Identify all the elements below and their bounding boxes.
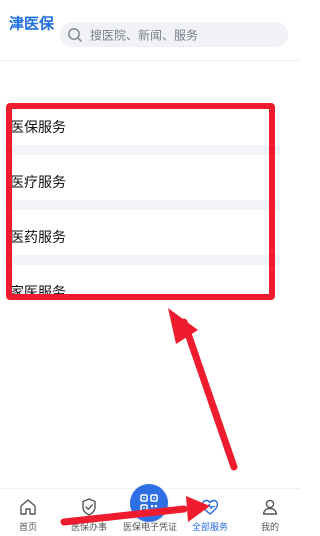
tab-label: 首页: [18, 523, 37, 533]
separator-band: [5, 145, 280, 155]
tab-home[interactable]: 首页: [8, 489, 48, 536]
tab-label: 我的: [260, 523, 279, 533]
tab-label: 全部服务: [191, 523, 228, 533]
heart-pulse-icon: [201, 499, 219, 515]
menu-item-label: 医保服务: [10, 120, 66, 136]
menu-item-family-doctor-service[interactable]: 家医服务: [10, 278, 275, 306]
menu-item-label: 医疗服务: [10, 175, 66, 191]
separator-band: [5, 200, 280, 210]
tab-yibao-affairs[interactable]: 医保办事: [64, 489, 114, 536]
menu-item-medical-service[interactable]: 医疗服务: [10, 168, 275, 196]
annotation-overlay: [60, 308, 238, 526]
home-icon: [20, 499, 36, 515]
arrow-up-annotation: [180, 318, 238, 471]
qr-code-icon: [140, 494, 158, 512]
search-placeholder: 搜医院、新闻、服务: [90, 28, 199, 42]
menu-item-pharmacy-service[interactable]: 医药服务: [10, 223, 275, 251]
header-divider: [0, 60, 300, 61]
menu-item-yibao-service[interactable]: 医保服务: [10, 113, 275, 141]
tab-all-services[interactable]: 全部服务: [188, 489, 232, 536]
menu-item-label: 医药服务: [10, 230, 66, 246]
separator-band: [5, 255, 280, 265]
qr-code-button[interactable]: [130, 484, 168, 522]
app-logo: 津医保: [9, 14, 55, 33]
shield-check-icon: [82, 498, 96, 516]
tab-mine[interactable]: 我的: [252, 489, 288, 536]
menu-item-label: 家医服务: [10, 285, 66, 301]
search-icon: [68, 28, 82, 42]
top-header: 津医保 搜医院、新闻、服务: [0, 0, 300, 52]
tab-label: 医保办事: [70, 523, 107, 533]
search-bar[interactable]: 搜医院、新闻、服务: [60, 22, 288, 47]
arrow-up-head: [168, 308, 198, 344]
user-icon: [262, 499, 278, 515]
